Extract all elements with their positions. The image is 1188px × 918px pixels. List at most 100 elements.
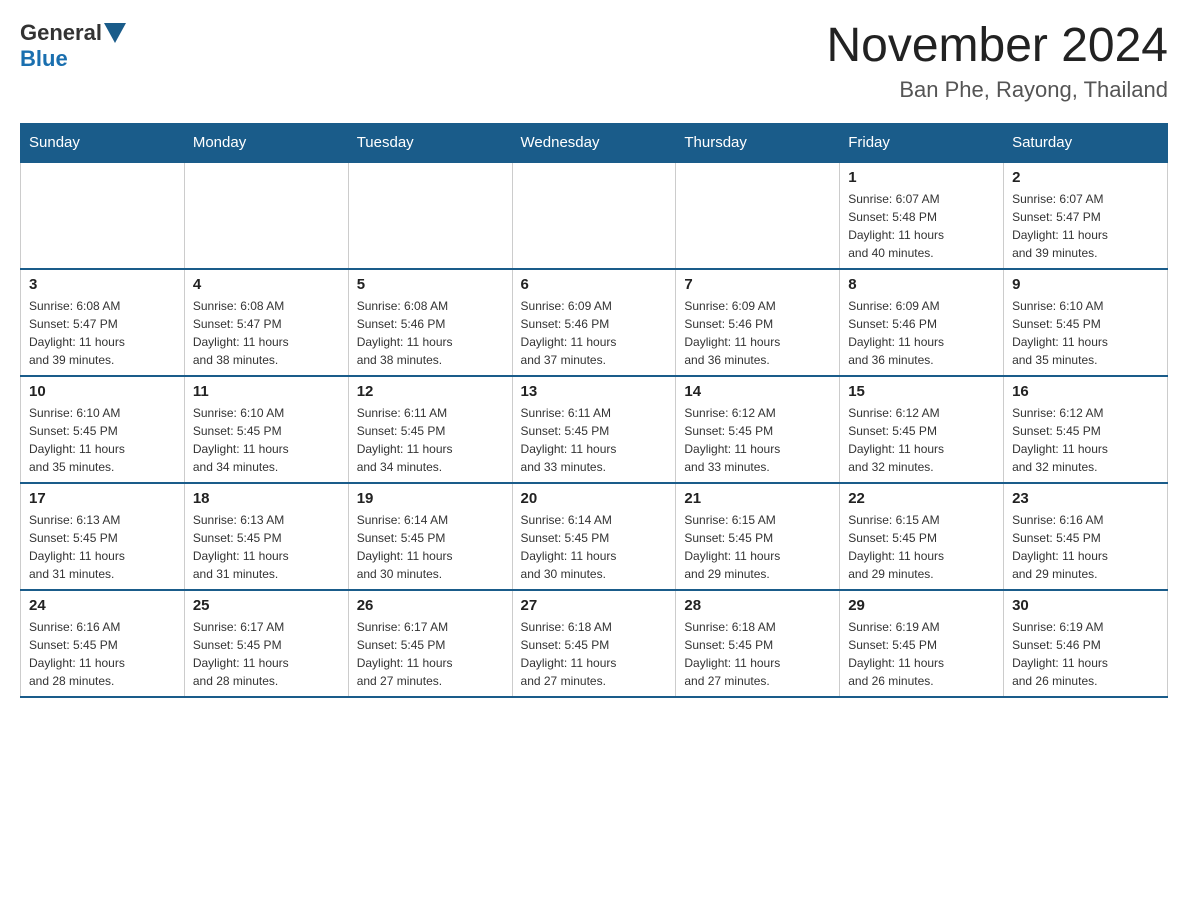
table-row: 20Sunrise: 6:14 AM Sunset: 5:45 PM Dayli… <box>512 483 676 590</box>
logo: General Blue <box>20 20 126 72</box>
day-info: Sunrise: 6:11 AM Sunset: 5:45 PM Dayligh… <box>357 404 504 476</box>
day-number: 18 <box>193 490 340 507</box>
day-info: Sunrise: 6:13 AM Sunset: 5:45 PM Dayligh… <box>29 511 176 583</box>
day-number: 13 <box>521 383 668 400</box>
table-row: 7 Sunrise: 6:09 AM Sunset: 5:46 PM Daylig… <box>676 269 840 376</box>
day-number: 17 <box>29 490 176 507</box>
table-row <box>184 162 348 269</box>
table-row: 16Sunrise: 6:12 AM Sunset: 5:45 PM Dayli… <box>1004 376 1168 483</box>
day-number: 19 <box>357 490 504 507</box>
location-text: Ban Phe, Rayong, Thailand <box>826 77 1168 103</box>
day-info: Sunrise: 6:13 AM Sunset: 5:45 PM Dayligh… <box>193 511 340 583</box>
logo-general-text: General <box>20 20 102 46</box>
col-wednesday: Wednesday <box>512 123 676 162</box>
table-row: 15 Sunrise: 6:12 AM Sunset: 5:45 PM Dayli… <box>840 376 1004 483</box>
table-row <box>21 162 185 269</box>
logo-triangle-icon <box>104 23 126 43</box>
day-number: 15 <box>848 383 995 400</box>
day-number: 6 <box>521 276 668 293</box>
table-row: 11 Sunrise: 6:10 AM Sunset: 5:45 PM Dayli… <box>184 376 348 483</box>
day-number: 8 <box>848 276 995 293</box>
col-thursday: Thursday <box>676 123 840 162</box>
day-number: 25 <box>193 597 340 614</box>
day-number: 23 <box>1012 490 1159 507</box>
day-number: 24 <box>29 597 176 614</box>
day-info: Sunrise: 6:12 AM Sunset: 5:45 PM Dayligh… <box>848 404 995 476</box>
table-row: 9 Sunrise: 6:10 AM Sunset: 5:45 PM Daylig… <box>1004 269 1168 376</box>
table-row: 18 Sunrise: 6:13 AM Sunset: 5:45 PM Dayli… <box>184 483 348 590</box>
day-info: Sunrise: 6:12 AM Sunset: 5:45 PM Dayligh… <box>684 404 831 476</box>
calendar-week-row: 3 Sunrise: 6:08 AM Sunset: 5:47 PM Daylig… <box>21 269 1168 376</box>
day-number: 27 <box>521 597 668 614</box>
day-number: 30 <box>1012 597 1159 614</box>
day-number: 29 <box>848 597 995 614</box>
table-row: 28 Sunrise: 6:18 AM Sunset: 5:45 PM Dayli… <box>676 590 840 697</box>
day-number: 26 <box>357 597 504 614</box>
day-number: 11 <box>193 383 340 400</box>
table-row: 23Sunrise: 6:16 AM Sunset: 5:45 PM Dayli… <box>1004 483 1168 590</box>
day-info: Sunrise: 6:10 AM Sunset: 5:45 PM Dayligh… <box>193 404 340 476</box>
table-row: 14 Sunrise: 6:12 AM Sunset: 5:45 PM Dayli… <box>676 376 840 483</box>
day-info: Sunrise: 6:11 AM Sunset: 5:45 PM Dayligh… <box>521 404 668 476</box>
day-info: Sunrise: 6:10 AM Sunset: 5:45 PM Dayligh… <box>29 404 176 476</box>
day-info: Sunrise: 6:09 AM Sunset: 5:46 PM Dayligh… <box>521 297 668 369</box>
day-number: 12 <box>357 383 504 400</box>
table-row: 19 Sunrise: 6:14 AM Sunset: 5:45 PM Dayli… <box>348 483 512 590</box>
table-row: 26Sunrise: 6:17 AM Sunset: 5:45 PM Dayli… <box>348 590 512 697</box>
day-info: Sunrise: 6:07 AM Sunset: 5:47 PM Dayligh… <box>1012 190 1159 262</box>
table-row: 6 Sunrise: 6:09 AM Sunset: 5:46 PM Daylig… <box>512 269 676 376</box>
day-number: 5 <box>357 276 504 293</box>
day-info: Sunrise: 6:18 AM Sunset: 5:45 PM Dayligh… <box>684 618 831 690</box>
day-info: Sunrise: 6:08 AM Sunset: 5:46 PM Dayligh… <box>357 297 504 369</box>
col-tuesday: Tuesday <box>348 123 512 162</box>
day-info: Sunrise: 6:19 AM Sunset: 5:45 PM Dayligh… <box>848 618 995 690</box>
table-row: 27 Sunrise: 6:18 AM Sunset: 5:45 PM Dayli… <box>512 590 676 697</box>
day-number: 4 <box>193 276 340 293</box>
day-number: 16 <box>1012 383 1159 400</box>
table-row <box>676 162 840 269</box>
table-row: 25 Sunrise: 6:17 AM Sunset: 5:45 PM Dayli… <box>184 590 348 697</box>
table-row: 10Sunrise: 6:10 AM Sunset: 5:45 PM Dayli… <box>21 376 185 483</box>
day-info: Sunrise: 6:15 AM Sunset: 5:45 PM Dayligh… <box>848 511 995 583</box>
day-info: Sunrise: 6:09 AM Sunset: 5:46 PM Dayligh… <box>684 297 831 369</box>
col-monday: Monday <box>184 123 348 162</box>
table-row: 8 Sunrise: 6:09 AM Sunset: 5:46 PM Daylig… <box>840 269 1004 376</box>
day-number: 9 <box>1012 276 1159 293</box>
col-saturday: Saturday <box>1004 123 1168 162</box>
day-info: Sunrise: 6:08 AM Sunset: 5:47 PM Dayligh… <box>29 297 176 369</box>
table-row <box>348 162 512 269</box>
table-row: 12 Sunrise: 6:11 AM Sunset: 5:45 PM Dayli… <box>348 376 512 483</box>
day-info: Sunrise: 6:07 AM Sunset: 5:48 PM Dayligh… <box>848 190 995 262</box>
table-row: 21Sunrise: 6:15 AM Sunset: 5:45 PM Dayli… <box>676 483 840 590</box>
day-number: 2 <box>1012 169 1159 186</box>
day-info: Sunrise: 6:08 AM Sunset: 5:47 PM Dayligh… <box>193 297 340 369</box>
month-title: November 2024 <box>826 20 1168 73</box>
table-row: 30 Sunrise: 6:19 AM Sunset: 5:46 PM Dayli… <box>1004 590 1168 697</box>
table-row: 1 Sunrise: 6:07 AM Sunset: 5:48 PM Daylig… <box>840 162 1004 269</box>
day-number: 21 <box>684 490 831 507</box>
table-row: 22Sunrise: 6:15 AM Sunset: 5:45 PM Dayli… <box>840 483 1004 590</box>
day-info: Sunrise: 6:10 AM Sunset: 5:45 PM Dayligh… <box>1012 297 1159 369</box>
calendar-week-row: 24 Sunrise: 6:16 AM Sunset: 5:45 PM Dayli… <box>21 590 1168 697</box>
day-info: Sunrise: 6:16 AM Sunset: 5:45 PM Dayligh… <box>29 618 176 690</box>
day-info: Sunrise: 6:18 AM Sunset: 5:45 PM Dayligh… <box>521 618 668 690</box>
col-sunday: Sunday <box>21 123 185 162</box>
day-number: 1 <box>848 169 995 186</box>
table-row: 4 Sunrise: 6:08 AM Sunset: 5:47 PM Daylig… <box>184 269 348 376</box>
day-number: 3 <box>29 276 176 293</box>
day-number: 28 <box>684 597 831 614</box>
day-number: 7 <box>684 276 831 293</box>
table-row: 5 Sunrise: 6:08 AM Sunset: 5:46 PM Daylig… <box>348 269 512 376</box>
day-info: Sunrise: 6:17 AM Sunset: 5:45 PM Dayligh… <box>193 618 340 690</box>
logo-blue-text: Blue <box>20 46 68 72</box>
calendar-week-row: 10Sunrise: 6:10 AM Sunset: 5:45 PM Dayli… <box>21 376 1168 483</box>
day-number: 14 <box>684 383 831 400</box>
col-friday: Friday <box>840 123 1004 162</box>
day-info: Sunrise: 6:14 AM Sunset: 5:45 PM Dayligh… <box>521 511 668 583</box>
day-info: Sunrise: 6:14 AM Sunset: 5:45 PM Dayligh… <box>357 511 504 583</box>
day-info: Sunrise: 6:09 AM Sunset: 5:46 PM Dayligh… <box>848 297 995 369</box>
table-row <box>512 162 676 269</box>
table-row: 24 Sunrise: 6:16 AM Sunset: 5:45 PM Dayli… <box>21 590 185 697</box>
day-info: Sunrise: 6:19 AM Sunset: 5:46 PM Dayligh… <box>1012 618 1159 690</box>
title-block: November 2024 Ban Phe, Rayong, Thailand <box>826 20 1168 103</box>
